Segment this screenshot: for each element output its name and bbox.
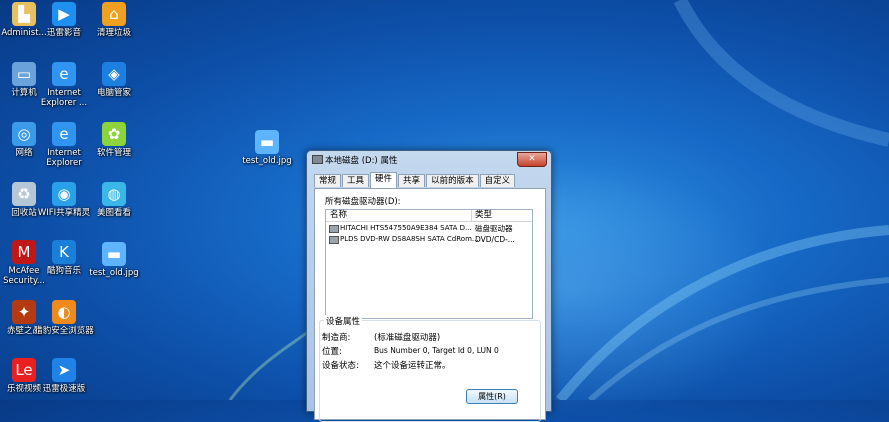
tab-tools[interactable]: 工具 (342, 174, 370, 187)
tab-sharing[interactable]: 共享 (398, 174, 426, 187)
drive-list-header: 名称 类型 (326, 210, 532, 222)
desktop-icon[interactable]: ⌂ 清理垃圾 (82, 2, 146, 38)
tab-previous-versions[interactable]: 以前的版本 (426, 174, 479, 187)
drive-list[interactable]: 名称 类型 HITACHI HTS547550A9E384 SATA D... … (325, 209, 533, 319)
shield-icon: ◈ (102, 62, 126, 86)
drive-type: DVD/CD-... (475, 235, 515, 244)
drive-name: HITACHI HTS547550A9E384 SATA D... (340, 224, 472, 232)
desktop-icon[interactable]: ✿ 软件管理 (82, 122, 146, 158)
column-name[interactable]: 名称 (330, 210, 347, 221)
drive-type: 磁盘驱动器 (475, 224, 513, 233)
device-status-value: 这个设备运转正常。 (374, 361, 451, 371)
tab-general[interactable]: 常规 (314, 174, 342, 187)
desktop-icon[interactable]: ◈ 电脑管家 (82, 62, 146, 98)
drive-row[interactable]: HITACHI HTS547550A9E384 SATA D... 磁盘驱动器 (326, 223, 532, 234)
cheetah-browser-icon: ◐ (52, 300, 76, 324)
manufacturer-value: (标准磁盘驱动器) (374, 333, 441, 343)
location-label: 位置: (322, 347, 342, 357)
kugou-music-icon: K (52, 240, 76, 264)
dvd-drive-icon (329, 236, 339, 244)
device-status-label: 设备状态: (322, 361, 359, 371)
app-manager-icon: ✿ (102, 122, 126, 146)
hard-disk-icon (329, 225, 339, 233)
properties-button[interactable]: 属性(R) (466, 389, 518, 404)
desktop-icon[interactable]: ▬ test_old.jpg (82, 242, 146, 278)
broom-house-icon: ⌂ (102, 2, 126, 26)
internet-explorer-icon: e (52, 62, 76, 86)
dialog-titlebar[interactable]: 本地磁盘 (D:) 属性 ✕ (307, 151, 551, 168)
desktop-icon-label: 清理垃圾 (96, 28, 131, 38)
properties-dialog: 本地磁盘 (D:) 属性 ✕ 常规 工具 硬件 共享 以前的版本 自定义 所有磁… (306, 150, 552, 422)
tab-customize[interactable]: 自定义 (479, 174, 516, 187)
desktop-icon-label: 电脑管家 (96, 88, 131, 98)
desktop-icon[interactable]: ◍ 美图看看 (82, 182, 146, 218)
close-button[interactable]: ✕ (517, 152, 547, 167)
desktop-icon-label: test_old.jpg (242, 156, 292, 166)
internet-explorer-icon: e (52, 122, 76, 146)
hardware-panel: 所有磁盘驱动器(D): 名称 类型 HITACHI HTS547550A9E38… (314, 188, 546, 422)
thunder-icon: ➤ (52, 358, 76, 382)
desktop-icon[interactable]: ◐ 猎豹安全浏览器 (32, 300, 96, 336)
photo-viewer-icon: ◍ (102, 182, 126, 206)
desktop-icon-label: 猎豹安全浏览器 (34, 326, 94, 336)
tab-hardware[interactable]: 硬件 (370, 172, 398, 188)
manufacturer-label: 制造商: (322, 333, 351, 343)
tab-strip: 常规 工具 硬件 共享 以前的版本 自定义 (314, 172, 516, 188)
column-divider (471, 210, 472, 221)
desktop-icon-label: 软件管理 (96, 148, 131, 158)
all-drives-label: 所有磁盘驱动器(D): (325, 197, 401, 207)
desktop-icon-label: 美图看看 (96, 208, 131, 218)
wifi-icon: ◉ (52, 182, 76, 206)
column-type[interactable]: 类型 (475, 210, 492, 221)
drive-name: PLDS DVD-RW DS8A8SH SATA CdRom... (340, 235, 479, 243)
dialog-title: 本地磁盘 (D:) 属性 (325, 156, 398, 166)
drive-icon (312, 155, 323, 164)
desktop-icon[interactable]: ▬ test_old.jpg (235, 130, 299, 166)
desktop-icon-label: test_old.jpg (89, 268, 139, 278)
image-file-icon: ▬ (102, 242, 126, 266)
device-properties-group: 设备属性 制造商: (标准磁盘驱动器) 位置: Bus Number 0, Ta… (319, 315, 541, 422)
location-value: Bus Number 0, Target Id 0, LUN 0 (374, 346, 499, 355)
device-properties-legend: 设备属性 (324, 315, 363, 327)
image-file-icon: ▬ (255, 130, 279, 154)
desktop-icon[interactable]: ➤ 迅雷极速版 (32, 358, 96, 394)
desktop-icon-label: 迅雷极速版 (42, 384, 86, 394)
drive-row[interactable]: PLDS DVD-RW DS8A8SH SATA CdRom... DVD/CD… (326, 234, 532, 245)
play-circle-icon: ▶ (52, 2, 76, 26)
